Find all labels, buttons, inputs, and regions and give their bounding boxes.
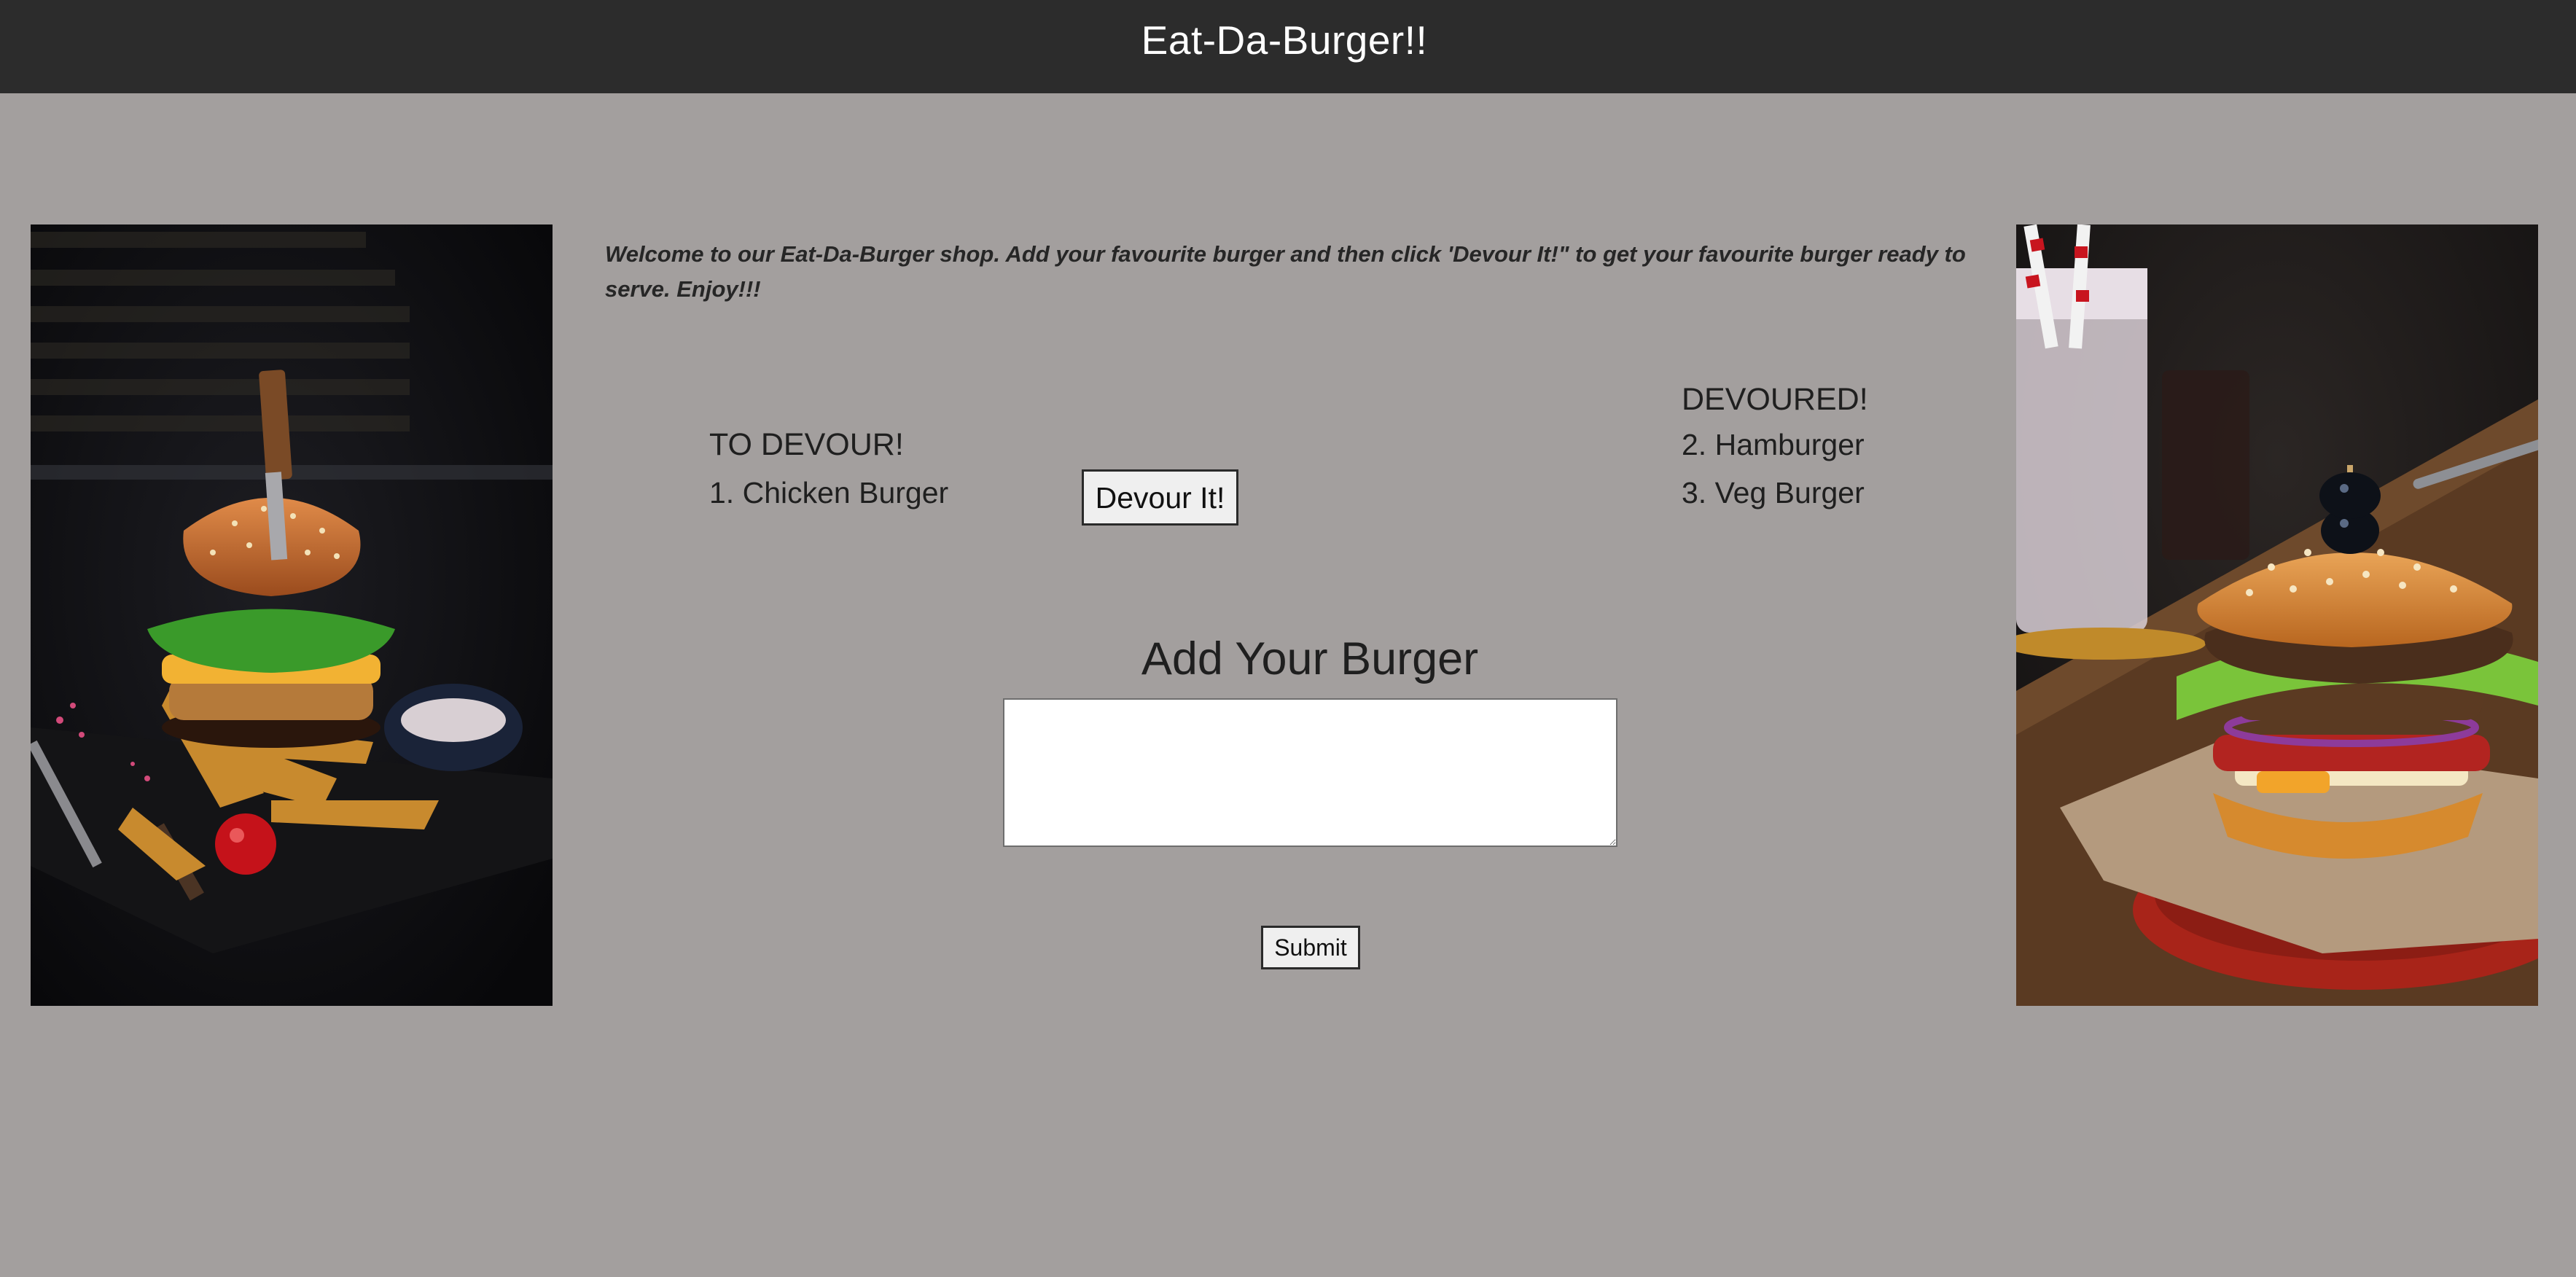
devoured-item: 3. Veg Burger (1682, 476, 1865, 509)
left-burger-photo (31, 224, 553, 1006)
page: Eat-Da-Burger!! Welcome to our Eat-Da-Bu… (0, 0, 2576, 1277)
submit-button[interactable]: Submit (1261, 926, 1360, 969)
to-devour-item: 1. Chicken Burger (709, 476, 949, 509)
right-burger-photo (2016, 224, 2538, 1006)
app-title: Eat-Da-Burger!! (1141, 17, 1428, 63)
add-burger-heading: Add Your Burger (1141, 633, 1479, 684)
header-bar: Eat-Da-Burger!! (0, 0, 2576, 93)
devoured-item: 2. Hamburger (1682, 428, 1865, 461)
welcome-message: Welcome to our Eat-Da-Burger shop. Add y… (605, 241, 1966, 302)
to-devour-heading: TO DEVOUR! (709, 427, 904, 462)
devoured-heading: DEVOURED! (1682, 382, 1868, 417)
devour-it-button[interactable]: Devour It! (1082, 469, 1238, 526)
burger-name-input[interactable] (1003, 698, 1617, 847)
